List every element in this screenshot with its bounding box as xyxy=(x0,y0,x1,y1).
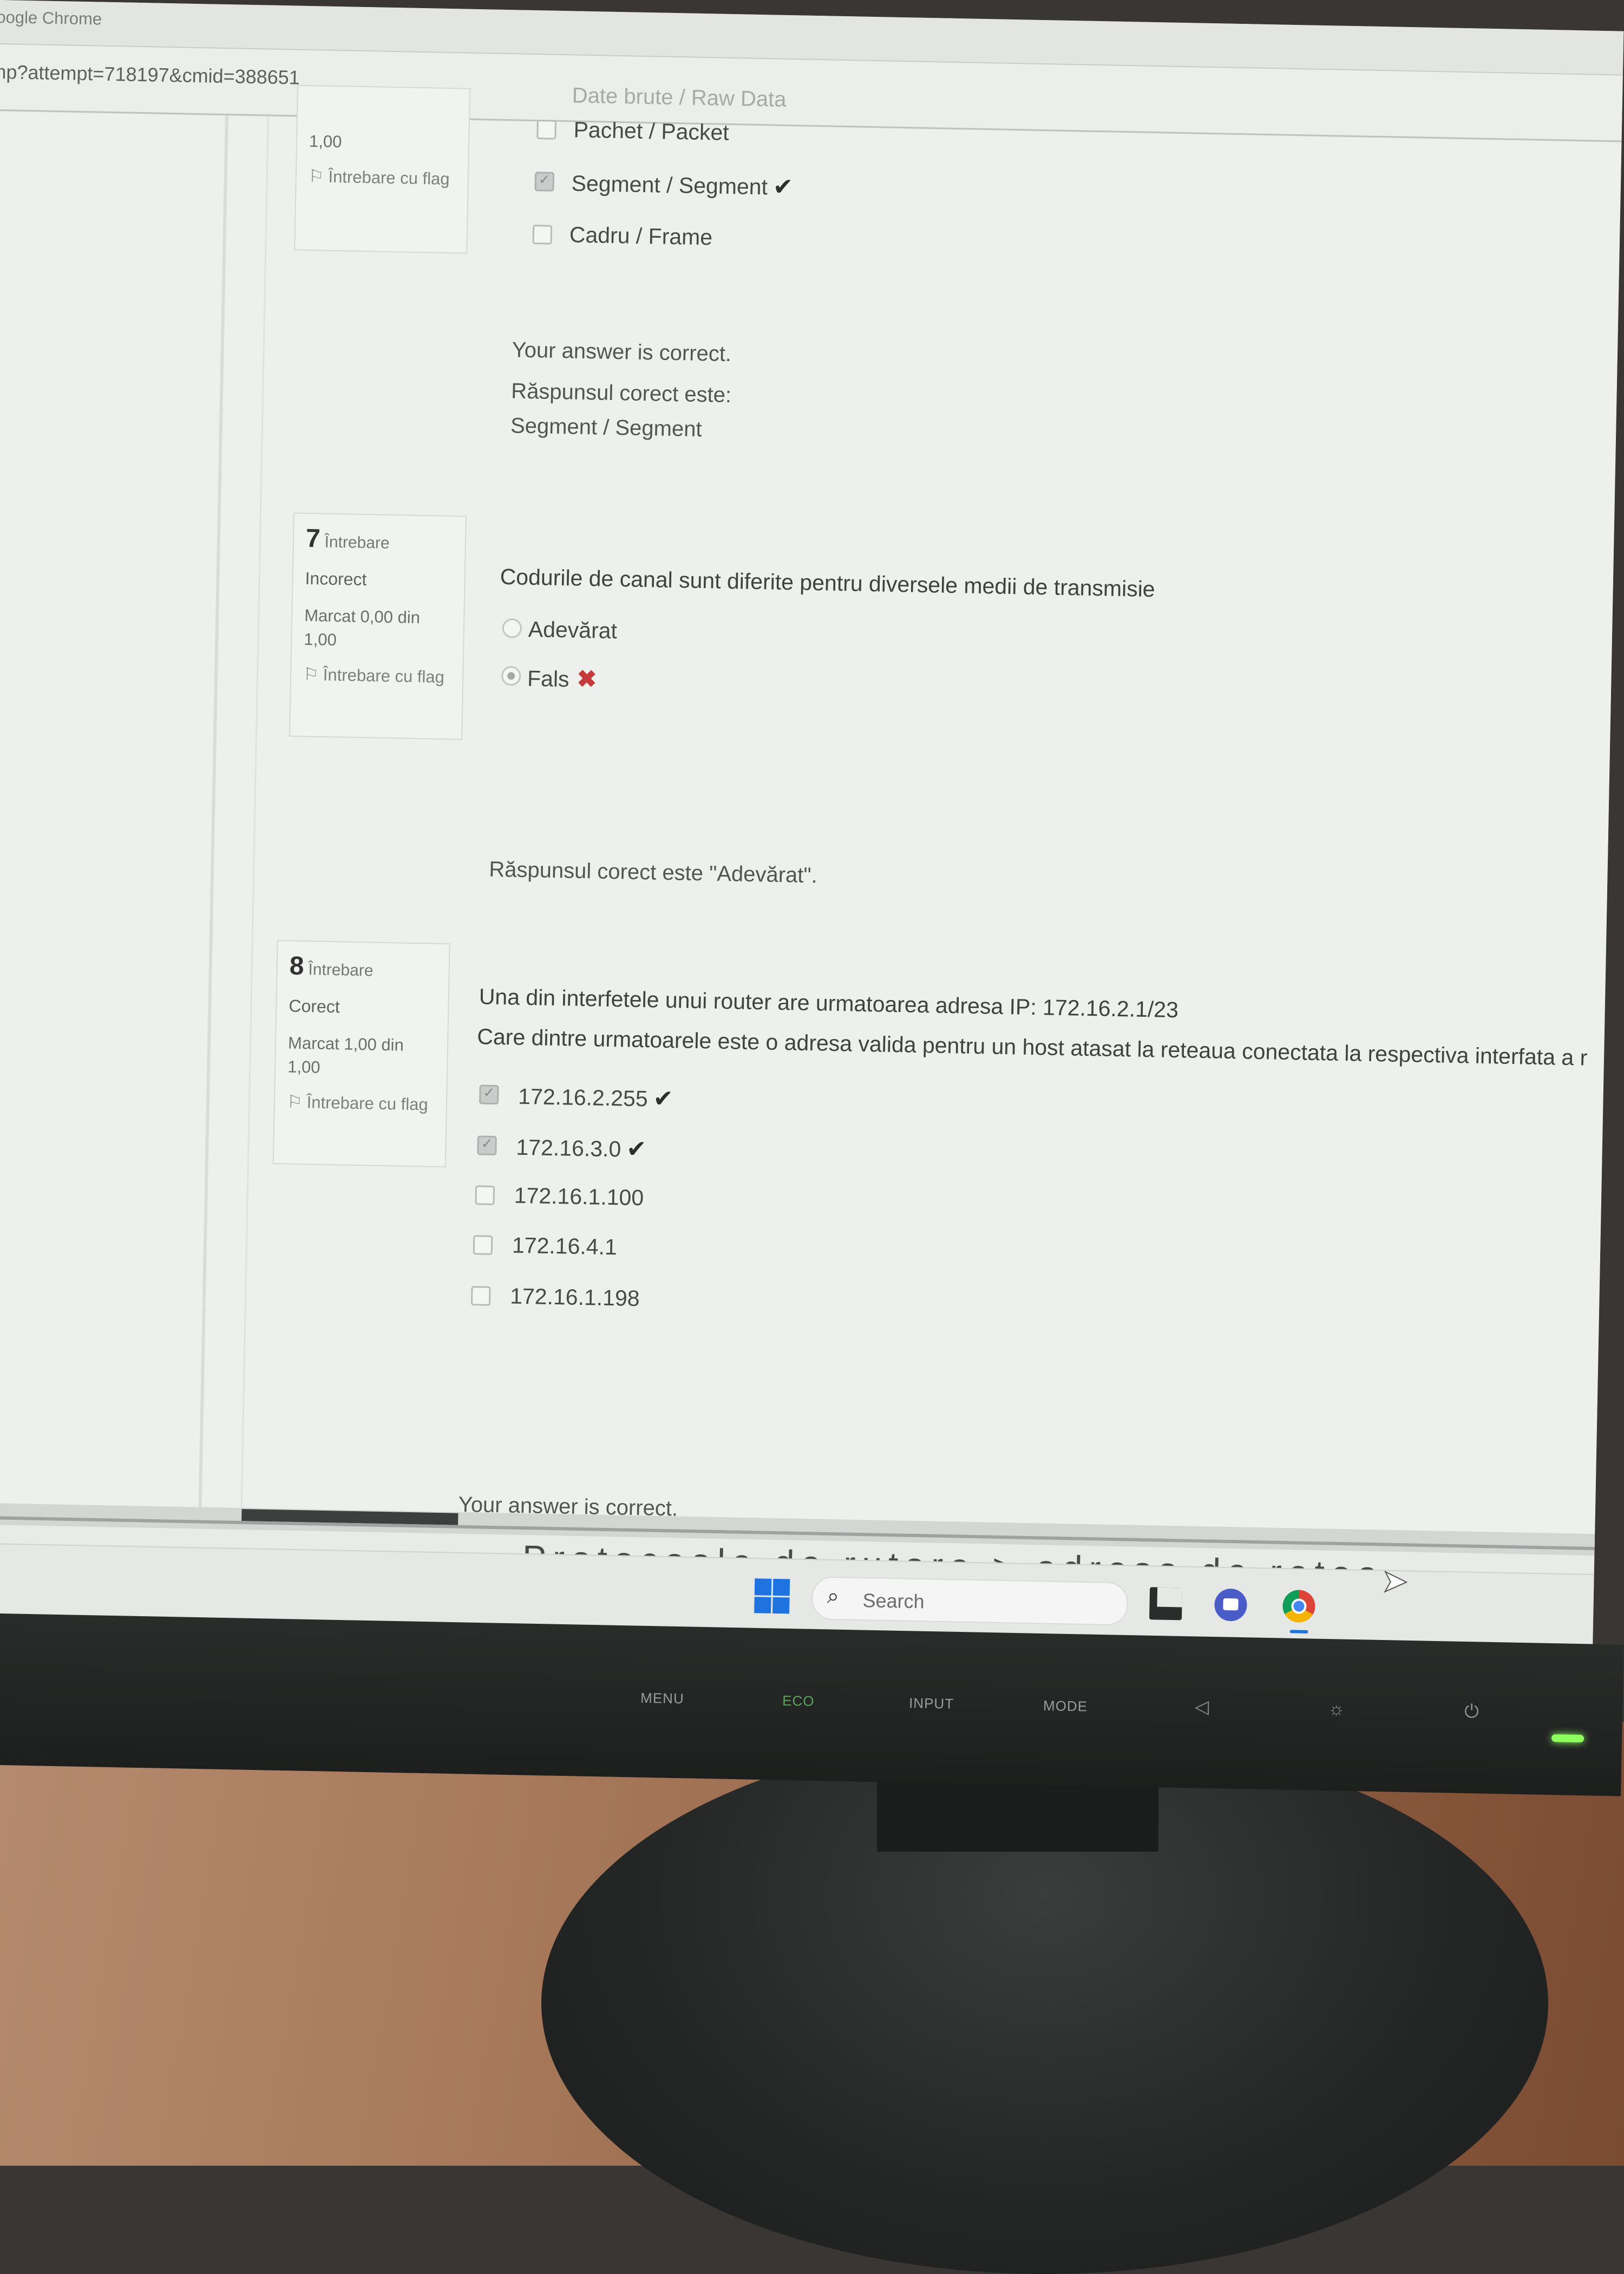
power-led xyxy=(1551,1734,1584,1743)
monitor-screen: oogle Chrome hp?attempt=718197&cmid=3886… xyxy=(0,0,1624,1645)
q7-correct-answer: Răspunsul corect este "Adevărat". xyxy=(488,857,818,888)
correct-check-icon: ✔ xyxy=(653,1085,674,1113)
q8-option-4-checkbox[interactable] xyxy=(470,1286,491,1306)
brightness-icon[interactable]: ☼ xyxy=(1328,1698,1345,1720)
q6-option-3-checkbox[interactable] xyxy=(532,224,553,245)
q8-option-2[interactable]: 172.16.1.100 xyxy=(514,1183,644,1211)
q6-option-1[interactable]: Pachet / Packet xyxy=(573,117,729,146)
file-explorer-icon[interactable] xyxy=(1149,1587,1183,1620)
q8-option-0-label: 172.16.2.255 xyxy=(518,1083,649,1112)
q8-option-2-checkbox[interactable] xyxy=(475,1185,495,1205)
monitor-input-button[interactable]: INPUT xyxy=(909,1695,954,1713)
q8-option-0[interactable]: 172.16.2.255 ✔ xyxy=(518,1082,673,1113)
q6-correct-label: Răspunsul corect este: xyxy=(510,379,732,408)
taskbar-search[interactable]: ⌕ Search xyxy=(811,1576,1129,1626)
flag-icon: ⚐ xyxy=(308,166,324,186)
q8-info-box: 8 Întrebare Corect Marcat 1,00 din 1,00 ⚐… xyxy=(272,940,450,1168)
content-border xyxy=(198,116,228,1507)
taskbar-search-placeholder[interactable]: Search xyxy=(862,1589,925,1613)
monitor-eco-button[interactable]: ECO xyxy=(782,1693,815,1710)
q8-option-2-label: 172.16.1.100 xyxy=(514,1182,644,1211)
q8-number: 8 xyxy=(289,951,305,981)
q7-state: Incorect xyxy=(305,568,367,590)
monitor-mode-button[interactable]: MODE xyxy=(1043,1697,1088,1715)
q6-flag-toggle[interactable]: ⚐ Întrebare cu flag xyxy=(308,164,460,191)
q7-label: Întrebare xyxy=(324,533,390,552)
q6-option-2-checkbox[interactable] xyxy=(534,172,555,192)
q8-flag-toggle[interactable]: ⚐ Întrebare cu flag xyxy=(287,1090,439,1117)
q8-option-1[interactable]: 172.16.3.0 ✔ xyxy=(516,1133,647,1164)
quiz-review-page: 1,00 ⚐ Întrebare cu flag Date brute / Raw… xyxy=(0,83,1622,1534)
q8-option-1-label: 172.16.3.0 xyxy=(516,1134,621,1162)
q6-option-0-label: Date brute / Raw Data xyxy=(572,83,787,112)
browser-title: oogle Chrome xyxy=(0,7,102,29)
q8-option-3-checkbox[interactable] xyxy=(473,1235,493,1255)
mouse-cursor-icon: ➤ xyxy=(1381,1563,1409,1600)
flag-icon: ⚐ xyxy=(303,664,319,684)
q8-option-1-checkbox[interactable] xyxy=(477,1135,497,1156)
q7-number: 7 xyxy=(305,524,321,553)
content-border-inner xyxy=(240,116,269,1508)
q7-option-1-radio[interactable] xyxy=(501,666,521,686)
q8-question-line-2: Care dintre urmatoarele este o adresa va… xyxy=(476,1024,1588,1070)
chrome-icon[interactable] xyxy=(1282,1590,1316,1623)
q7-flag-toggle[interactable]: ⚐ Întrebare cu flag xyxy=(303,662,455,689)
q6-option-2-label: Segment / Segment xyxy=(571,171,768,200)
power-icon[interactable]: ⏻ xyxy=(1464,1701,1479,1723)
q8-option-4[interactable]: 172.16.1.198 xyxy=(510,1284,640,1312)
q7-question-text: Codurile de canal sunt diferite pentru d… xyxy=(500,564,1156,602)
q7-option-0-radio[interactable] xyxy=(502,618,522,638)
q7-option-0-label: Adevărat xyxy=(528,616,618,644)
q8-option-3[interactable]: 172.16.4.1 xyxy=(512,1233,618,1260)
q6-option-3[interactable]: Cadru / Frame xyxy=(569,222,712,250)
q7-grade: Marcat 0,00 din 1,00 xyxy=(304,606,421,650)
q7-flag-label[interactable]: Întrebare cu flag xyxy=(323,665,445,687)
flag-icon: ⚐ xyxy=(286,1092,303,1112)
q7-option-0[interactable]: Adevărat xyxy=(528,617,617,644)
q6-info-box: 1,00 ⚐ Întrebare cu flag xyxy=(294,84,471,254)
address-url[interactable]: hp?attempt=718197&cmid=388651 xyxy=(0,61,300,89)
q8-option-3-label: 172.16.4.1 xyxy=(512,1232,618,1260)
monitor-menu-button[interactable]: MENU xyxy=(640,1690,684,1708)
q6-grade: 1,00 xyxy=(309,132,342,152)
active-app-indicator xyxy=(1289,1630,1308,1633)
q8-option-0-checkbox[interactable] xyxy=(479,1084,499,1105)
q8-flag-label[interactable]: Întrebare cu flag xyxy=(306,1093,428,1114)
q6-flag-label[interactable]: Întrebare cu flag xyxy=(328,167,450,188)
q8-grade: Marcat 1,00 din 1,00 xyxy=(287,1033,404,1077)
volume-icon[interactable]: ◁ xyxy=(1195,1696,1209,1717)
q8-state: Corect xyxy=(289,996,340,1017)
q7-option-1-label: Fals xyxy=(527,665,570,692)
meet-icon[interactable] xyxy=(1214,1588,1248,1622)
q8-label: Întrebare xyxy=(308,960,374,980)
q6-option-0: Date brute / Raw Data xyxy=(572,83,787,112)
q6-correct-value: Segment / Segment xyxy=(510,414,702,442)
search-icon: ⌕ xyxy=(827,1584,840,1609)
correct-check-icon: ✔ xyxy=(626,1135,647,1163)
q6-feedback: Your answer is correct. xyxy=(512,338,732,367)
q6-option-1-checkbox[interactable] xyxy=(536,120,556,140)
q7-option-1[interactable]: Fals ✖ xyxy=(527,664,597,693)
q7-info-box: 7 Întrebare Incorect Marcat 0,00 din 1,00… xyxy=(289,512,467,740)
q8-question-line-1: Una din interfetele unui router are urma… xyxy=(479,984,1179,1023)
correct-check-icon: ✔ xyxy=(772,173,794,201)
q6-option-1-label: Pachet / Packet xyxy=(573,117,730,145)
q6-option-2[interactable]: Segment / Segment ✔ xyxy=(571,169,793,201)
incorrect-x-icon: ✖ xyxy=(577,665,597,693)
windows-start-icon[interactable] xyxy=(754,1578,790,1614)
q8-option-4-label: 172.16.1.198 xyxy=(509,1283,640,1311)
q6-option-3-label: Cadru / Frame xyxy=(569,222,713,250)
monitor-bezel: MENU ECO INPUT MODE ◁ ☼ ⏻ xyxy=(0,1613,1624,1796)
